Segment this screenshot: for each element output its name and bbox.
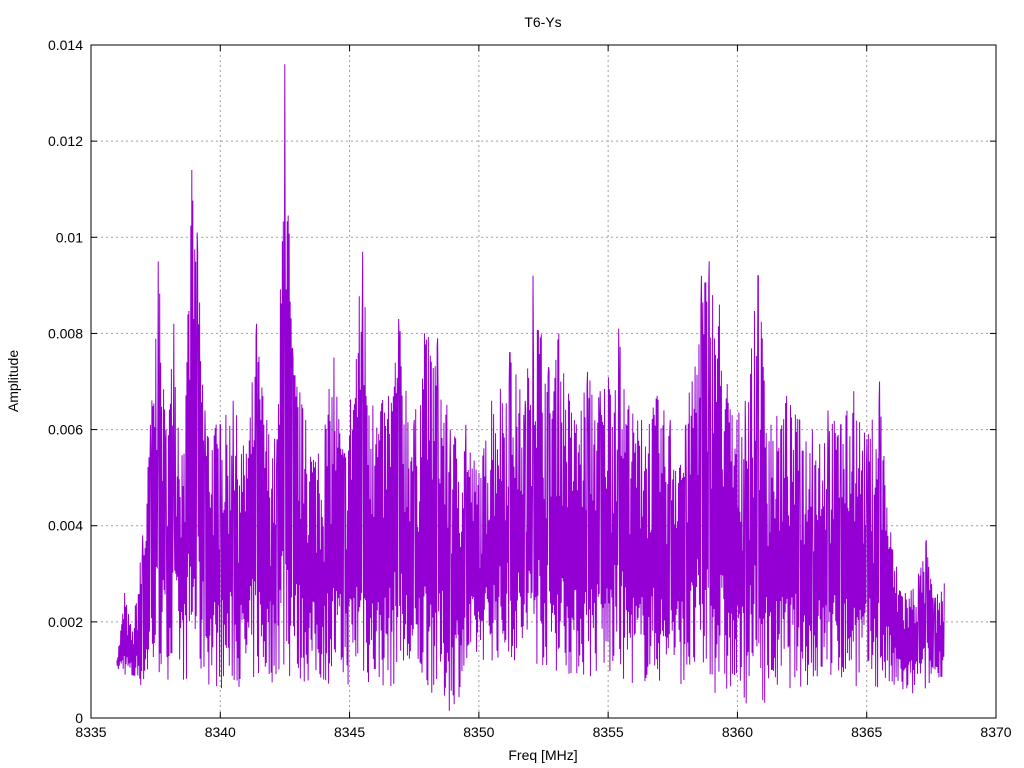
y-tick-label: 0.014	[48, 37, 83, 53]
y-tick-label: 0.006	[48, 422, 83, 438]
x-tick-label: 8340	[205, 724, 236, 740]
y-tick-label: 0.004	[48, 518, 83, 534]
x-axis-label: Freq [MHz]	[508, 747, 577, 763]
x-tick-label: 8345	[334, 724, 365, 740]
x-tick-label: 8365	[851, 724, 882, 740]
y-tick-label: 0.012	[48, 133, 83, 149]
series-line-t6-ys	[116, 64, 945, 711]
x-tick-label: 8335	[75, 724, 106, 740]
series-layer	[116, 64, 945, 711]
y-tick-label: 0	[75, 710, 83, 726]
amplitude-chart: T6-Ys 8335 8340 8345 8350 8355 8360 8365 8370 0 0…	[5, 14, 1012, 763]
y-tick-label: 0.002	[48, 614, 83, 630]
x-tick-label: 8355	[593, 724, 624, 740]
y-axis-label: Amplitude	[5, 350, 21, 412]
chart-title: T6-Ys	[524, 14, 561, 30]
x-tick-label: 8360	[722, 724, 753, 740]
x-tick-label: 8370	[980, 724, 1011, 740]
y-tick-label: 0.008	[48, 325, 83, 341]
y-tick-label: 0.01	[56, 229, 83, 245]
x-tick-label: 8350	[463, 724, 494, 740]
